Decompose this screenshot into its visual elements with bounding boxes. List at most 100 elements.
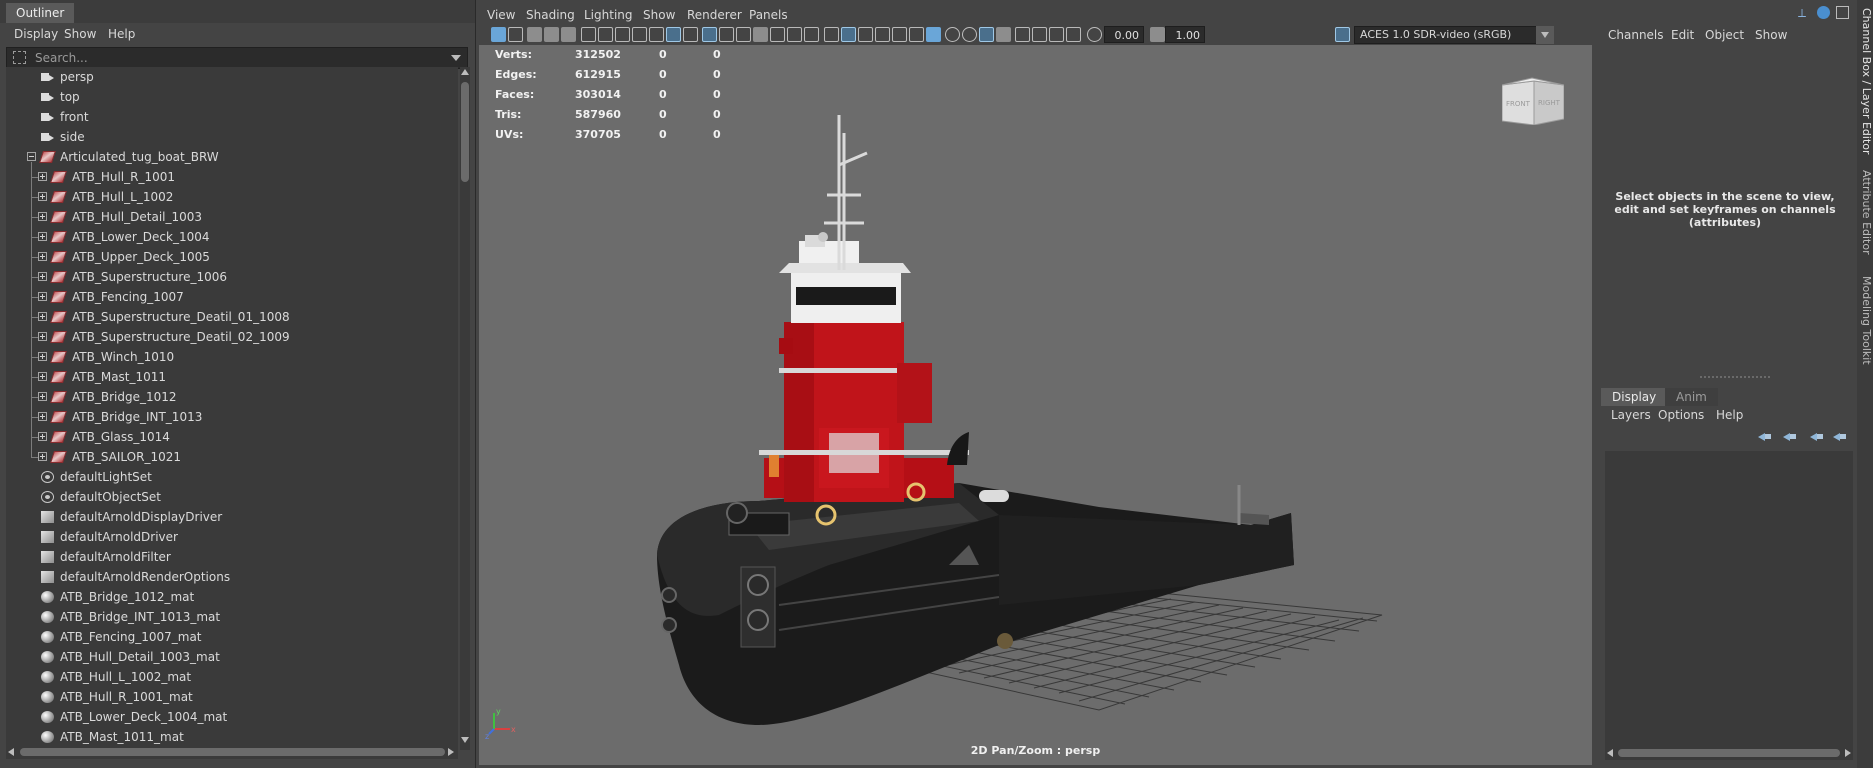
smooth-frame-icon[interactable] — [787, 27, 802, 42]
filter-icon[interactable] — [13, 51, 26, 64]
wireframe-icon[interactable] — [824, 27, 839, 42]
outliner-item[interactable]: ATB_Mast_1011 — [6, 367, 458, 387]
outliner-item[interactable]: ATB_Lower_Deck_1004_mat — [6, 707, 458, 727]
image-plane-icon[interactable] — [544, 27, 559, 42]
outliner-item[interactable]: ATB_Winch_1010 — [6, 347, 458, 367]
color-management-dropdown[interactable]: ACES 1.0 SDR-video (sRGB) — [1354, 26, 1554, 44]
xray-components-icon[interactable] — [1066, 27, 1081, 42]
outliner-hscroll-thumb[interactable] — [20, 748, 445, 756]
outliner-item[interactable]: ATB_Superstructure_1006 — [6, 267, 458, 287]
textured-icon[interactable] — [892, 27, 907, 42]
scroll-left-icon[interactable] — [8, 748, 14, 756]
viewport-menu-lighting[interactable]: Lighting — [584, 4, 633, 26]
viewport-menu-shading[interactable]: Shading — [526, 4, 575, 26]
expand-icon[interactable] — [38, 372, 47, 381]
outliner-item[interactable]: ATB_Fencing_1007_mat — [6, 627, 458, 647]
lights-icon[interactable] — [909, 27, 924, 42]
outliner-item[interactable]: persp — [6, 67, 458, 87]
exposure-field[interactable]: 0.00 — [1104, 26, 1144, 43]
outliner-item[interactable]: ATB_Hull_L_1002_mat — [6, 667, 458, 687]
chevron-down-icon[interactable] — [451, 55, 461, 61]
gamma-icon[interactable] — [1150, 27, 1165, 42]
outliner-search-input[interactable] — [35, 49, 435, 67]
outliner-item[interactable]: ATB_Hull_R_1001 — [6, 167, 458, 187]
expand-icon[interactable] — [38, 212, 47, 221]
expand-icon[interactable] — [38, 292, 47, 301]
film-gate-icon[interactable] — [615, 27, 630, 42]
pan-zoom-icon[interactable] — [649, 27, 664, 42]
safe-title-icon[interactable] — [736, 27, 751, 42]
color-management-dropdown-button[interactable] — [1536, 26, 1554, 44]
camera-lock-icon[interactable] — [598, 27, 613, 42]
outliner-item[interactable]: ATB_Superstructure_Deatil_01_1008 — [6, 307, 458, 327]
camera-icon[interactable] — [581, 27, 596, 42]
bookmark-icon[interactable] — [527, 27, 542, 42]
expand-icon[interactable] — [38, 172, 47, 181]
expand-icon[interactable] — [38, 332, 47, 341]
screen-space-ao-icon[interactable] — [945, 27, 960, 42]
outliner-item[interactable]: ATB_Hull_L_1002 — [6, 187, 458, 207]
outliner-item[interactable]: defaultArnoldDisplayDriver — [6, 507, 458, 527]
panel-splitter[interactable] — [1700, 376, 1770, 380]
window-toggle-icon[interactable] — [1836, 6, 1849, 19]
outliner-item[interactable]: ATB_Bridge_1012 — [6, 387, 458, 407]
scroll-down-icon[interactable] — [461, 737, 469, 743]
viewport-menu-show[interactable]: Show — [643, 4, 675, 26]
default-material-icon[interactable] — [858, 27, 873, 42]
expand-icon[interactable] — [38, 192, 47, 201]
outliner-item[interactable]: defaultLightSet — [6, 467, 458, 487]
expand-icon[interactable] — [38, 252, 47, 261]
overscan-icon[interactable] — [804, 27, 819, 42]
layer-list-scroll-thumb[interactable] — [1618, 749, 1840, 757]
xray-joints-icon[interactable] — [1049, 27, 1064, 42]
xray-icon[interactable] — [1032, 27, 1047, 42]
outliner-item[interactable]: Articulated_tug_boat_BRW — [6, 147, 458, 167]
outliner-tab[interactable]: Outliner — [6, 3, 75, 23]
expand-icon[interactable] — [38, 352, 47, 361]
outliner-item[interactable]: ATB_Bridge_INT_1013 — [6, 407, 458, 427]
expand-icon[interactable] — [38, 232, 47, 241]
expand-icon[interactable] — [38, 412, 47, 421]
isolate-select-icon[interactable] — [1015, 27, 1030, 42]
scroll-up-icon[interactable] — [461, 69, 469, 75]
outliner-item[interactable]: ATB_Hull_R_1001_mat — [6, 687, 458, 707]
channel-box-menu-channels[interactable]: Channels — [1608, 24, 1664, 46]
field-chart-icon[interactable] — [753, 27, 768, 42]
resolution-gate-icon[interactable] — [666, 27, 681, 42]
layer-editor-menu-layers[interactable]: Layers — [1611, 404, 1651, 426]
bookmark-flag-icon[interactable] — [632, 27, 647, 42]
outliner-menu-help[interactable]: Help — [108, 23, 135, 45]
safe-action-icon[interactable] — [719, 27, 734, 42]
depth-of-field-icon[interactable] — [996, 27, 1011, 42]
collapse-icon[interactable] — [27, 152, 36, 161]
smooth-shade-icon[interactable] — [841, 27, 856, 42]
channel-box-menu-object[interactable]: Object — [1705, 24, 1744, 46]
outliner-item[interactable]: side — [6, 127, 458, 147]
outliner-item[interactable]: defaultArnoldFilter — [6, 547, 458, 567]
outliner-menu-display[interactable]: Display — [14, 23, 58, 45]
move-layer-down-icon[interactable] — [1783, 430, 1797, 442]
select-camera-icon[interactable] — [491, 27, 506, 42]
grease-pencil-icon[interactable] — [561, 27, 576, 42]
new-layer-from-selection-icon[interactable] — [1833, 430, 1847, 442]
layer-editor-menu-options[interactable]: Options — [1658, 404, 1704, 426]
viewport-menu-view[interactable]: View — [487, 4, 515, 26]
scroll-right-icon[interactable] — [448, 748, 454, 756]
outliner-item[interactable]: ATB_Fencing_1007 — [6, 287, 458, 307]
channel-box-menu-show[interactable]: Show — [1755, 24, 1787, 46]
grid-icon[interactable] — [702, 27, 717, 42]
outliner-item[interactable]: ATB_Hull_Detail_1003_mat — [6, 647, 458, 667]
3d-viewport[interactable]: Verts: 312502 0 0 Edges: 612915 0 0 Faces: 303014… — [479, 45, 1592, 765]
outliner-scroll-thumb[interactable] — [461, 82, 469, 182]
outliner-item[interactable]: ATB_Superstructure_Deatil_02_1009 — [6, 327, 458, 347]
expand-icon[interactable] — [38, 452, 47, 461]
axis-tool-icon[interactable]: ⟂ — [1798, 6, 1811, 20]
outliner-item[interactable]: ATB_Mast_1011_mat — [6, 727, 458, 747]
outliner-item[interactable]: defaultObjectSet — [6, 487, 458, 507]
scroll-right-icon[interactable] — [1845, 749, 1851, 757]
scroll-left-icon[interactable] — [1607, 749, 1613, 757]
help-icon[interactable] — [1817, 6, 1830, 19]
camera-frame-icon[interactable] — [770, 27, 785, 42]
anti-aliasing-icon[interactable] — [979, 27, 994, 42]
layer-editor-menu-help[interactable]: Help — [1716, 404, 1743, 426]
